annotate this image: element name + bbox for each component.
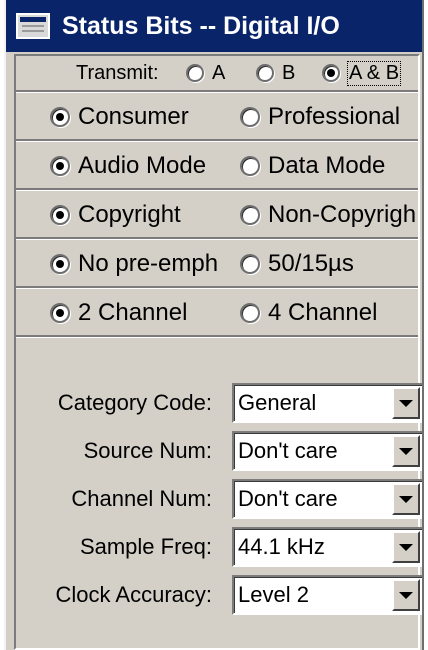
transmit-label-item: Transmit:: [76, 56, 159, 90]
no-pre-emph-option[interactable]: No pre-emph: [50, 241, 218, 286]
channel-num-row: Channel Num: Don't care: [16, 479, 422, 519]
non-copyright-option[interactable]: Non-Copyrigh: [240, 192, 416, 237]
two-channel-option[interactable]: 2 Channel: [50, 290, 187, 335]
category-code-select[interactable]: General: [232, 383, 422, 423]
professional-option[interactable]: Professional: [240, 94, 400, 139]
radio-checked-icon[interactable]: [50, 204, 70, 225]
audio-mode-label: Audio Mode: [78, 151, 207, 179]
data-mode-label: Data Mode: [268, 151, 386, 179]
channel-num-label: Channel Num:: [71, 486, 212, 511]
radio-icon[interactable]: [240, 155, 260, 176]
sample-freq-row: Sample Freq: 44.1 kHz: [16, 527, 422, 567]
clock-accuracy-row: Clock Accuracy: Level 2: [16, 575, 422, 615]
channel-num-select[interactable]: Don't care: [232, 479, 422, 519]
sample-freq-label: Sample Freq:: [79, 534, 212, 559]
radio-checked-icon[interactable]: [50, 302, 70, 323]
clock-accuracy-label: Clock Accuracy:: [55, 582, 213, 607]
transmit-option-b-label: B: [282, 61, 296, 84]
four-channel-option[interactable]: 4 Channel: [240, 290, 377, 335]
dropdown-button[interactable]: [392, 579, 420, 611]
source-num-select[interactable]: Don't care: [232, 431, 422, 471]
audio-mode-option[interactable]: Audio Mode: [50, 143, 206, 188]
emph-50-15-option[interactable]: 50/15µs: [240, 241, 354, 286]
channel-num-value: Don't care: [238, 486, 338, 511]
transmit-option-a-label: A: [212, 61, 226, 84]
mode-row: Consumer Professional: [16, 94, 418, 141]
transmit-option-ab-label: A & B: [346, 60, 402, 86]
radio-icon[interactable]: [256, 64, 274, 82]
clock-accuracy-select[interactable]: Level 2: [232, 575, 422, 615]
emph-50-15-label: 50/15µs: [268, 249, 354, 277]
non-copyright-label: Non-Copyrigh: [268, 200, 417, 228]
chevron-down-icon: [399, 447, 413, 455]
copyright-row: Copyright Non-Copyrigh: [16, 192, 418, 239]
radio-checked-icon[interactable]: [50, 106, 70, 127]
radio-checked-icon[interactable]: [50, 253, 70, 274]
professional-label: Professional: [268, 102, 401, 130]
transmit-option-ab[interactable]: A & B: [322, 56, 402, 90]
dropdown-button[interactable]: [392, 483, 420, 515]
sample-freq-value: 44.1 kHz: [238, 534, 325, 559]
source-num-row: Source Num: Don't care: [16, 431, 422, 471]
source-num-label: Source Num:: [83, 438, 212, 463]
two-channel-label: 2 Channel: [78, 298, 188, 326]
audio-data-row: Audio Mode Data Mode: [16, 143, 418, 190]
chevron-down-icon: [399, 591, 413, 599]
radio-checked-icon[interactable]: [50, 155, 70, 176]
data-mode-option[interactable]: Data Mode: [240, 143, 385, 188]
consumer-option[interactable]: Consumer: [50, 94, 189, 139]
transmit-option-a[interactable]: A: [186, 56, 225, 90]
radio-icon[interactable]: [240, 106, 260, 127]
window-title: Status Bits -- Digital I/O: [62, 11, 340, 40]
dropdown-button[interactable]: [392, 387, 420, 419]
window-icon: [16, 13, 50, 39]
transmit-option-b[interactable]: B: [256, 56, 295, 90]
category-code-value: General: [238, 390, 317, 415]
category-code-row: Category Code: General: [16, 383, 422, 423]
four-channel-label: 4 Channel: [268, 298, 378, 326]
title-bar[interactable]: Status Bits -- Digital I/O: [6, 0, 422, 52]
emphasis-row: No pre-emph 50/15µs: [16, 241, 418, 288]
status-bits-panel: Transmit: A B A & B Consumer Professiona…: [14, 54, 422, 650]
copyright-label: Copyright: [78, 200, 181, 228]
radio-icon[interactable]: [186, 64, 204, 82]
chevron-down-icon: [399, 399, 413, 407]
radio-checked-icon[interactable]: [322, 64, 340, 82]
sample-freq-select[interactable]: 44.1 kHz: [232, 527, 422, 567]
radio-icon[interactable]: [240, 302, 260, 323]
radio-icon[interactable]: [240, 253, 260, 274]
status-bits-window: Status Bits -- Digital I/O Transmit: A B…: [4, 0, 424, 650]
no-pre-emph-label: No pre-emph: [78, 249, 219, 277]
consumer-label: Consumer: [78, 102, 189, 130]
transmit-row: Transmit: A B A & B: [16, 56, 418, 92]
source-num-value: Don't care: [238, 438, 338, 463]
radio-icon[interactable]: [240, 204, 260, 225]
chevron-down-icon: [399, 543, 413, 551]
transmit-label: Transmit:: [76, 61, 159, 84]
dropdown-button[interactable]: [392, 435, 420, 467]
chevron-down-icon: [399, 495, 413, 503]
clock-accuracy-value: Level 2: [238, 582, 309, 607]
channel-row: 2 Channel 4 Channel: [16, 290, 418, 337]
copyright-option[interactable]: Copyright: [50, 192, 181, 237]
category-code-label: Category Code:: [57, 390, 212, 415]
dropdown-button[interactable]: [392, 531, 420, 563]
